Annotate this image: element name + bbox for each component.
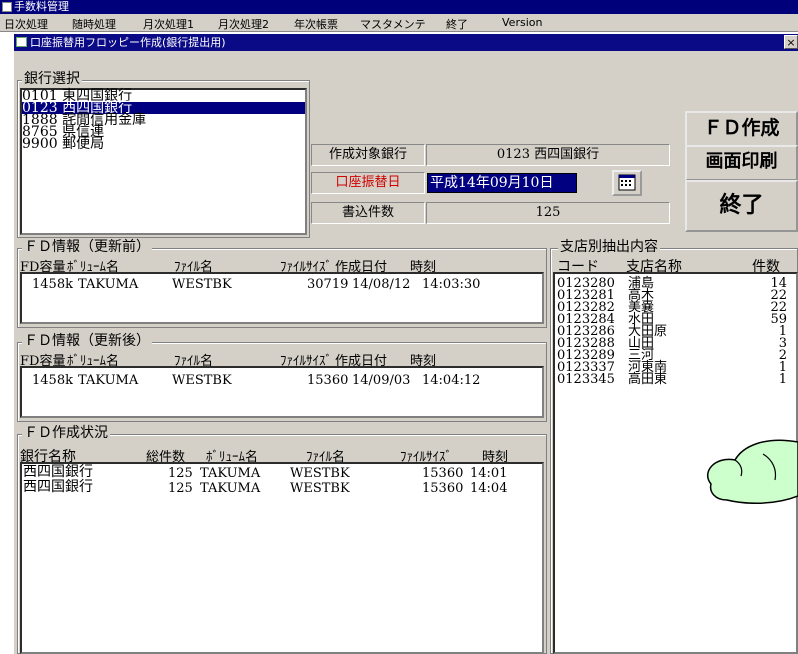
status-row2-filesize: 15360 <box>422 481 464 496</box>
window-title: 口座振替用フロッピー作成(銀行提出用) <box>30 36 226 49</box>
fd-after-time: 14:04:12 <box>422 373 481 388</box>
status-row1-filesize: 15360 <box>422 466 464 481</box>
close-icon[interactable]: × <box>784 35 798 49</box>
window-icon <box>16 37 27 47</box>
status-row2-total: 125 <box>168 481 193 496</box>
fd-after-box: 1458k TAKUMA WESTBK 15360 14/09/03 14:04… <box>20 366 544 418</box>
status-row2-time: 14:04 <box>470 481 508 496</box>
status-row2-bank: 西四国銀行 <box>23 479 93 495</box>
fd-before-box: 1458k TAKUMA WESTBK 30719 14/08/12 14:03… <box>20 272 544 324</box>
fd-after-filesize: 15360 <box>307 373 349 388</box>
menu-version[interactable]: Version <box>502 16 542 29</box>
fd-after-filename: WESTBK <box>172 373 232 388</box>
fd-after-capacity: 1458k <box>32 373 73 388</box>
branch-code: 0123345 <box>557 372 615 387</box>
status-row2-volume: TAKUMA <box>200 481 261 496</box>
branch-name: 高田東 <box>628 372 668 387</box>
menu-monthly1[interactable]: 月次処理1 <box>143 16 194 32</box>
transfer-date-label: 口座振替日 <box>311 172 425 194</box>
fd-after-volume: TAKUMA <box>78 373 139 388</box>
write-count-value: 125 <box>426 202 670 224</box>
fd-before-capacity: 1458k <box>32 277 73 292</box>
menu-daily[interactable]: 日次処理 <box>4 16 48 32</box>
fd-before-filesize: 30719 <box>307 277 349 292</box>
branch-list: 0123280 浦島 14 0123281 高木 22 0123282 美嚢 22 0123… <box>557 277 797 387</box>
fd-before-filename: WESTBK <box>172 277 232 292</box>
window-title-bar: 口座振替用フロッピー作成(銀行提出用) × <box>14 34 798 51</box>
fd-status-label: ＦＤ作成状況 <box>22 425 110 441</box>
status-row1-bank: 西四国銀行 <box>23 464 93 480</box>
status-row2-filename: WESTBK <box>290 481 350 496</box>
write-count-label: 書込件数 <box>311 202 425 224</box>
fd-before-time: 14:03:30 <box>422 277 481 292</box>
target-bank-value: 0123 西四国銀行 <box>426 144 670 166</box>
app-icon <box>2 2 12 12</box>
target-bank-label: 作成対象銀行 <box>311 144 425 166</box>
transfer-date-input[interactable]: 平成14年09月10日 <box>427 173 577 193</box>
status-row1-time: 14:01 <box>470 466 508 481</box>
print-screen-button[interactable]: 画面印刷 <box>685 145 798 181</box>
bank-listbox[interactable]: 0101 東四国銀行 0123 西四国銀行 1888 詫間信用金庫 8765 県… <box>20 88 307 235</box>
fd-before-volume: TAKUMA <box>78 277 139 292</box>
fd-before-label: ＦＤ情報（更新前） <box>22 239 152 255</box>
branch-row: 0123345 高田東 1 <box>557 372 797 387</box>
calendar-icon <box>618 174 636 191</box>
menu-adhoc[interactable]: 随時処理 <box>72 16 116 32</box>
bank-select-label: 銀行選択 <box>22 71 82 87</box>
branch-label: 支店別抽出内容 <box>558 239 660 255</box>
app-title-bar: 手数料管理 <box>0 0 798 14</box>
cloud-icon <box>706 439 798 504</box>
fd-status-box: 西四国銀行 125 TAKUMA WESTBK 15360 14:01 西四国銀… <box>20 462 544 654</box>
menu-bar: 日次処理 随時処理 月次処理1 月次処理2 年次帳票 マスタメンテ 終了 Ver… <box>0 14 798 32</box>
bank-list-item[interactable]: 9900 郵便局 <box>22 137 305 151</box>
status-row1-total: 125 <box>168 466 193 481</box>
app-title: 手数料管理 <box>14 0 69 13</box>
fd-after-label: ＦＤ情報（更新後） <box>22 333 152 349</box>
fd-after-date: 14/09/03 <box>352 373 411 388</box>
calendar-button[interactable] <box>612 170 642 196</box>
menu-monthly2[interactable]: 月次処理2 <box>218 16 269 32</box>
menu-yearly[interactable]: 年次帳票 <box>294 16 338 32</box>
exit-button[interactable]: 終了 <box>685 180 798 232</box>
fd-before-date: 14/08/12 <box>352 277 411 292</box>
menu-exit[interactable]: 終了 <box>446 16 468 32</box>
status-row1-filename: WESTBK <box>290 466 350 481</box>
menu-master[interactable]: マスタメンテ <box>360 16 426 32</box>
fd-create-button[interactable]: ＦＤ作成 <box>685 111 798 147</box>
branch-count: 1 <box>778 372 787 387</box>
status-row1-volume: TAKUMA <box>200 466 261 481</box>
branch-box: 0123280 浦島 14 0123281 高木 22 0123282 美嚢 22 0123… <box>553 272 798 654</box>
